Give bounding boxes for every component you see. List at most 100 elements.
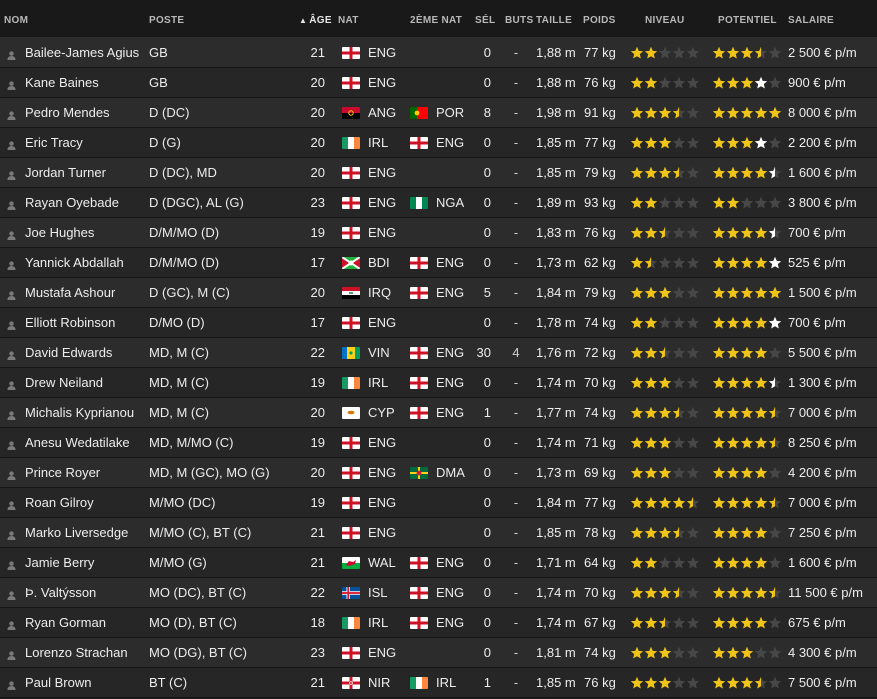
- table-row[interactable]: Elliott Robinson D/MO (D) 17 ENG 0 - 1,78 m 74 …: [0, 308, 877, 338]
- player-second-nationality[interactable]: ENG: [436, 368, 464, 397]
- player-weight: 69 kg: [584, 465, 616, 480]
- player-name[interactable]: Michalis Kyprianou: [25, 398, 134, 427]
- player-nationality[interactable]: IRL: [368, 368, 388, 397]
- player-second-nationality[interactable]: IRL: [436, 668, 456, 697]
- column-header-sel[interactable]: SÉL: [475, 15, 495, 26]
- table-row[interactable]: Lorenzo Strachan MO (DG), BT (C) 23 ENG 0 - 1,…: [0, 638, 877, 668]
- player-second-nationality[interactable]: ENG: [436, 278, 464, 307]
- column-header-nat[interactable]: NAT: [338, 15, 359, 26]
- player-nationality[interactable]: ENG: [368, 518, 396, 547]
- player-second-nationality[interactable]: ENG: [436, 608, 464, 637]
- nationality-flag-icon: [342, 227, 360, 239]
- player-nationality[interactable]: ENG: [368, 188, 396, 217]
- player-name[interactable]: Prince Royer: [25, 458, 100, 487]
- table-row[interactable]: Drew Neiland MD, M (C) 19 IRL ENG 0 - 1,74 m 70 …: [0, 368, 877, 398]
- table-row[interactable]: Rayan Oyebade D (DGC), AL (G) 23 ENG NGA 0 - 1,…: [0, 188, 877, 218]
- table-row[interactable]: Bailee-James Agius GB 21 ENG 0 - 1,88 m 77 kg 2 …: [0, 38, 877, 68]
- player-name[interactable]: Roan Gilroy: [25, 488, 94, 517]
- player-name[interactable]: Eric Tracy: [25, 128, 83, 157]
- table-row[interactable]: Anesu Wedatilake MD, M/MO (C) 19 ENG 0 - 1,74 …: [0, 428, 877, 458]
- player-goals: -: [513, 525, 519, 540]
- player-nationality[interactable]: VIN: [368, 338, 390, 367]
- player-name[interactable]: Kane Baines: [25, 68, 99, 97]
- table-row[interactable]: Ryan Gorman MO (D), BT (C) 18 IRL ENG 0 - 1,74 …: [0, 608, 877, 638]
- current-ability-stars-icon: [630, 436, 700, 450]
- player-name[interactable]: Pedro Mendes: [25, 98, 110, 127]
- table-row[interactable]: Michalis Kyprianou MD, M (C) 20 CYP ENG 1 - 1,7…: [0, 398, 877, 428]
- table-row[interactable]: Marko Liversedge M/MO (C), BT (C) 21 ENG 0 - 1…: [0, 518, 877, 548]
- player-name[interactable]: Jamie Berry: [25, 548, 94, 577]
- player-name[interactable]: Drew Neiland: [25, 368, 103, 397]
- player-nationality[interactable]: ENG: [368, 218, 396, 247]
- player-nationality[interactable]: ANG: [368, 98, 396, 127]
- column-header-salaire[interactable]: SALAIRE: [788, 15, 834, 26]
- column-header-niveau[interactable]: NIVEAU: [645, 15, 685, 26]
- player-nationality[interactable]: ENG: [368, 38, 396, 67]
- player-second-nationality[interactable]: ENG: [436, 578, 464, 607]
- player-name[interactable]: Anesu Wedatilake: [25, 428, 130, 457]
- player-nationality[interactable]: NIR: [368, 668, 390, 697]
- player-name[interactable]: Rayan Oyebade: [25, 188, 119, 217]
- player-name[interactable]: Bailee-James Agius: [25, 38, 139, 67]
- player-nationality[interactable]: IRQ: [368, 278, 391, 307]
- table-row[interactable]: Mustafa Ashour D (GC), M (C) 20 IRQ ENG 5 - 1,8…: [0, 278, 877, 308]
- player-name[interactable]: Ryan Gorman: [25, 608, 106, 637]
- table-row[interactable]: Roan Gilroy M/MO (DC) 19 ENG 0 - 1,84 m 77 kg 7 …: [0, 488, 877, 518]
- player-nationality[interactable]: IRL: [368, 128, 388, 157]
- player-name[interactable]: Mustafa Ashour: [25, 278, 115, 307]
- column-header-age[interactable]: ▲ ÂGE: [299, 15, 332, 26]
- player-second-nationality[interactable]: ENG: [436, 338, 464, 367]
- column-header-taille[interactable]: TAILLE: [536, 15, 572, 26]
- player-nationality[interactable]: IRL: [368, 608, 388, 637]
- player-name[interactable]: Joe Hughes: [25, 218, 94, 247]
- player-nationality[interactable]: ENG: [368, 158, 396, 187]
- player-nationality[interactable]: ENG: [368, 488, 396, 517]
- table-row[interactable]: Yannick Abdallah D/M/MO (D) 17 BDI ENG 0 - 1,73…: [0, 248, 877, 278]
- player-name[interactable]: Jordan Turner: [25, 158, 106, 187]
- table-row[interactable]: Jordan Turner D (DC), MD 20 ENG 0 - 1,85 m 79 k…: [0, 158, 877, 188]
- table-row[interactable]: Paul Brown BT (C) 21 NIR IRL 1 - 1,85 m 76 kg 7 5…: [0, 668, 877, 698]
- player-second-nationality[interactable]: POR: [436, 98, 464, 127]
- table-row[interactable]: Pedro Mendes D (DC) 20 ANG POR 8 - 1,98 m 91 kg 8…: [0, 98, 877, 128]
- table-row[interactable]: Þ. Valtýsson MO (DC), BT (C) 22 ISL ENG 0 - 1,7…: [0, 578, 877, 608]
- table-row[interactable]: Kane Baines GB 20 ENG 0 - 1,88 m 76 kg 900 € p/m: [0, 68, 877, 98]
- player-second-nationality[interactable]: ENG: [436, 548, 464, 577]
- player-second-nationality[interactable]: ENG: [436, 398, 464, 427]
- player-name[interactable]: David Edwards: [25, 338, 112, 367]
- player-second-nationality[interactable]: DMA: [436, 458, 465, 487]
- table-row[interactable]: Jamie Berry M/MO (G) 21 WAL ENG 0 - 1,71 m 64 kg…: [0, 548, 877, 578]
- player-person-icon: [7, 648, 16, 660]
- table-row[interactable]: Joe Hughes D/M/MO (D) 19 ENG 0 - 1,83 m 76 kg 70…: [0, 218, 877, 248]
- player-caps: 0: [483, 555, 491, 570]
- player-height: 1,74 m: [536, 585, 576, 600]
- table-row[interactable]: Eric Tracy D (G) 20 IRL ENG 0 - 1,85 m 77 kg 2 20…: [0, 128, 877, 158]
- player-nationality[interactable]: BDI: [368, 248, 390, 277]
- player-nationality[interactable]: WAL: [368, 548, 396, 577]
- table-row[interactable]: Prince Royer MD, M (GC), MO (G) 20 ENG DMA 0 -…: [0, 458, 877, 488]
- player-nationality[interactable]: ISL: [368, 578, 388, 607]
- player-nationality[interactable]: ENG: [368, 68, 396, 97]
- player-name[interactable]: Marko Liversedge: [25, 518, 128, 547]
- column-header-poids[interactable]: POIDS: [583, 15, 616, 26]
- column-header-buts[interactable]: BUTS: [505, 15, 533, 26]
- column-header-nom[interactable]: NOM: [4, 15, 28, 26]
- player-name[interactable]: Paul Brown: [25, 668, 91, 697]
- player-second-nationality[interactable]: ENG: [436, 128, 464, 157]
- column-header-poste[interactable]: POSTE: [149, 15, 184, 26]
- table-row[interactable]: David Edwards MD, M (C) 22 VIN ENG 30 4 1,76 m 7…: [0, 338, 877, 368]
- player-nationality[interactable]: ENG: [368, 308, 396, 337]
- player-nationality[interactable]: ENG: [368, 458, 396, 487]
- player-second-nationality[interactable]: NGA: [436, 188, 464, 217]
- current-ability-stars-icon: [630, 616, 700, 630]
- player-person-icon: [7, 498, 16, 510]
- column-header-nat2[interactable]: 2ÈME NAT: [410, 15, 462, 26]
- player-second-nationality[interactable]: ENG: [436, 248, 464, 277]
- player-nationality[interactable]: ENG: [368, 428, 396, 457]
- player-name[interactable]: Lorenzo Strachan: [25, 638, 128, 667]
- player-name[interactable]: Elliott Robinson: [25, 308, 115, 337]
- player-name[interactable]: Yannick Abdallah: [25, 248, 124, 277]
- player-nationality[interactable]: ENG: [368, 638, 396, 667]
- player-name[interactable]: Þ. Valtýsson: [25, 578, 96, 607]
- player-nationality[interactable]: CYP: [368, 398, 395, 427]
- column-header-potentiel[interactable]: POTENTIEL: [718, 15, 777, 26]
